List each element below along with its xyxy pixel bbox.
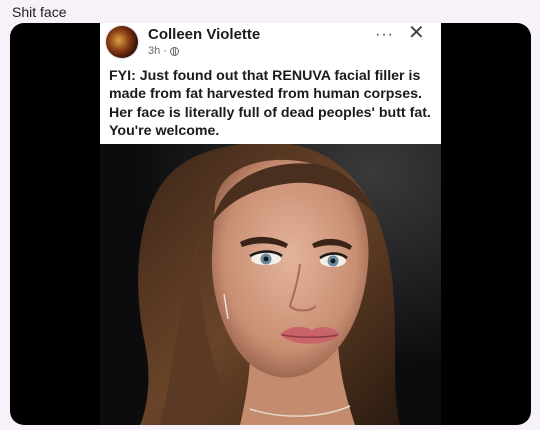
post-meta: 3h · [148, 45, 179, 57]
close-icon: ✕ [408, 23, 425, 44]
post-caption: Shit face [12, 4, 67, 20]
post-time: 3h [148, 45, 161, 57]
media-card[interactable]: Colleen Violette 3h · ··· ✕ FYI: Just fo… [10, 23, 531, 425]
post-header: Colleen Violette 3h · ··· ✕ [100, 23, 441, 63]
author-name: Colleen Violette [148, 26, 261, 43]
embedded-screenshot[interactable]: Colleen Violette 3h · ··· ✕ FYI: Just fo… [100, 23, 441, 425]
portrait-photo [100, 144, 441, 425]
post-text: FYI: Just found out that RENUVA facial f… [109, 68, 431, 139]
globe-icon [169, 46, 179, 56]
avatar [106, 26, 138, 58]
more-options-icon: ··· [375, 26, 394, 43]
